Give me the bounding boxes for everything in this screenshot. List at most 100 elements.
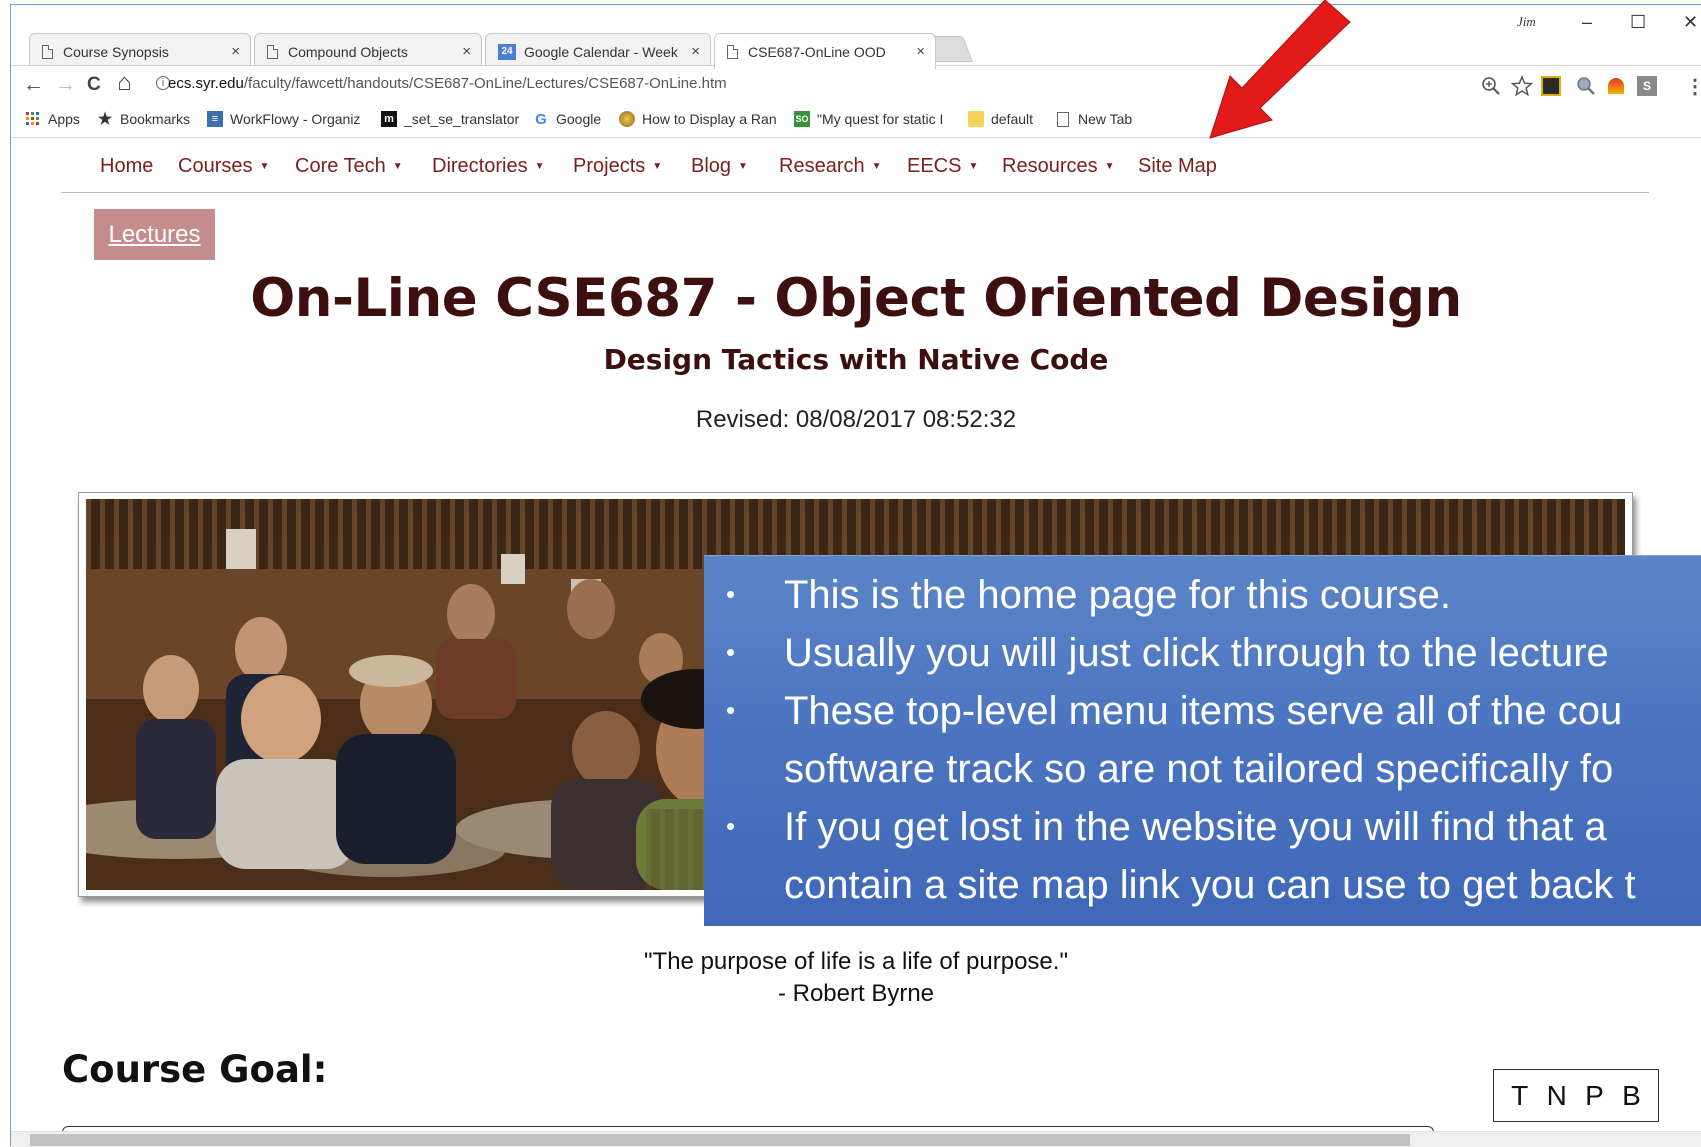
apps-grid-icon xyxy=(25,111,41,127)
callout-text: software track so are not tailored speci… xyxy=(784,747,1614,791)
nav-directories[interactable]: Directories ▼ xyxy=(432,155,544,178)
calendar-icon: 24 xyxy=(498,43,516,60)
callout-text: This is the home page for this course. xyxy=(784,573,1451,617)
tab-label: Course Synopsis xyxy=(63,43,169,60)
page-icon xyxy=(1055,111,1071,127)
tab-cse687-online[interactable]: CSE687-OnLine OOD × xyxy=(714,33,936,69)
page-icon xyxy=(727,44,738,59)
nav-label: Projects xyxy=(573,155,646,177)
page-title: On-Line CSE687 - Object Oriented Design xyxy=(250,268,1462,329)
url-host: ecs.syr.edu xyxy=(168,75,244,92)
bookmark-how-to-display[interactable]: How to Display a Ran xyxy=(619,111,777,127)
nav-label: Core Tech xyxy=(295,155,386,177)
bookmark-bookmarks[interactable]: ★ Bookmarks xyxy=(97,111,191,128)
nav-label: Directories xyxy=(432,155,528,177)
caret-down-icon: ▼ xyxy=(738,161,748,172)
nav-research[interactable]: Research ▼ xyxy=(779,155,882,178)
back-icon[interactable]: ← xyxy=(23,73,44,97)
callout-box: • This is the home page for this course. … xyxy=(704,555,1701,926)
nav-divider xyxy=(61,192,1649,193)
tab-compound-objects[interactable]: Compound Objects × xyxy=(254,33,482,69)
nav-blog[interactable]: Blog ▼ xyxy=(691,155,748,178)
nav-label: Home xyxy=(100,155,154,177)
app-icon: SO xyxy=(794,111,810,127)
page-icon xyxy=(42,44,53,59)
caret-down-icon: ▼ xyxy=(1104,161,1115,172)
b-button[interactable]: B xyxy=(1622,1080,1641,1112)
tab-google-calendar[interactable]: 24 Google Calendar - Week × xyxy=(485,33,711,69)
nav-label: Courses xyxy=(178,155,253,177)
zoom-icon[interactable] xyxy=(1481,76,1501,96)
forward-icon[interactable]: → xyxy=(55,73,76,97)
bookmark-workflowy[interactable]: ≡ WorkFlowy - Organiz xyxy=(207,111,360,127)
extension-check-icon[interactable] xyxy=(1541,76,1561,96)
red-arrow-annotation xyxy=(1209,0,1351,139)
nav-eecs[interactable]: EECS ▼ xyxy=(907,155,978,178)
scrollbar-thumb[interactable] xyxy=(30,1134,1410,1146)
bookmark-apps[interactable]: Apps xyxy=(25,111,80,127)
tab-label: CSE687-OnLine OOD xyxy=(748,43,886,60)
course-goal-heading: Course Goal: xyxy=(62,1048,328,1091)
quote-text: "The purpose of life is a life of purpos… xyxy=(644,948,1068,975)
minimize-icon[interactable]: – xyxy=(1582,12,1592,33)
nav-resources[interactable]: Resources ▼ xyxy=(1002,155,1115,178)
caret-down-icon: ▼ xyxy=(968,161,979,172)
bookmark-new-tab[interactable]: New Tab xyxy=(1055,111,1132,127)
menu-dots-icon[interactable]: ⋮ xyxy=(1685,74,1701,99)
close-icon[interactable]: × xyxy=(231,43,240,60)
close-window-icon[interactable]: ✕ xyxy=(1683,12,1698,33)
callout-text: contain a site map link you can use to g… xyxy=(784,863,1636,907)
url-path: /faculty/fawcett/handouts/CSE687-OnLine/… xyxy=(243,75,727,92)
nav-label: Research xyxy=(779,155,865,177)
lectures-button[interactable]: Lectures xyxy=(94,209,215,260)
close-icon[interactable]: × xyxy=(691,43,700,60)
star-icon: ★ xyxy=(97,111,113,128)
bookmark-google[interactable]: G Google xyxy=(533,111,602,128)
bookmark-label: How to Display a Ran xyxy=(642,111,777,127)
bookmark-label: default xyxy=(991,111,1034,127)
close-icon[interactable]: × xyxy=(462,43,471,60)
m-icon: m xyxy=(381,111,397,127)
nav-projects[interactable]: Projects ▼ xyxy=(573,155,662,178)
bookmark-label: WorkFlowy - Organiz xyxy=(230,111,361,127)
bookmark-default[interactable]: default xyxy=(968,111,1033,127)
revised-date: Revised: 08/08/2017 08:52:32 xyxy=(695,406,1017,433)
tab-label: Compound Objects xyxy=(288,43,408,60)
p-button[interactable]: P xyxy=(1585,1080,1604,1112)
maximize-icon[interactable]: ☐ xyxy=(1630,12,1646,33)
bookmark-label: New Tab xyxy=(1078,111,1133,127)
extension-search-icon[interactable] xyxy=(1576,76,1596,96)
bookmark-label: Bookmarks xyxy=(120,111,191,127)
nav-core-tech[interactable]: Core Tech ▼ xyxy=(295,155,403,178)
tab-course-synopsis[interactable]: Course Synopsis × xyxy=(29,33,251,69)
nav-label: Resources xyxy=(1002,155,1098,177)
bookmark-star-icon[interactable] xyxy=(1511,75,1533,97)
close-icon[interactable]: × xyxy=(916,43,925,60)
reload-icon[interactable]: C xyxy=(87,74,101,96)
tab-label: Google Calendar - Week xyxy=(524,43,678,60)
n-button[interactable]: N xyxy=(1547,1080,1567,1112)
bookmark-label: Google xyxy=(556,111,602,127)
caret-down-icon: ▼ xyxy=(259,161,270,172)
bullet-icon: • xyxy=(726,579,736,609)
nav-label: Blog xyxy=(691,155,732,177)
extension-s-icon[interactable]: S xyxy=(1637,76,1657,96)
extension-color-icon[interactable] xyxy=(1608,78,1624,94)
nav-home[interactable]: Home xyxy=(100,155,153,178)
bookmark-label: "My quest for static I xyxy=(817,111,944,127)
globe-icon xyxy=(619,111,635,127)
home-icon[interactable]: ⌂ xyxy=(117,69,132,97)
bookmark-set-se-translator[interactable]: m _set_se_translator xyxy=(381,111,519,127)
folder-icon xyxy=(968,111,984,127)
t-button[interactable]: T xyxy=(1511,1080,1528,1112)
nav-courses[interactable]: Courses ▼ xyxy=(178,155,269,178)
profile-name[interactable]: Jim xyxy=(1517,14,1536,30)
bookmark-label: _set_se_translator xyxy=(404,111,520,127)
bookmark-label: Apps xyxy=(48,111,80,127)
callout-text: If you get lost in the website you will … xyxy=(784,805,1607,849)
bookmark-my-quest[interactable]: SO "My quest for static I xyxy=(794,111,943,127)
nav-site-map[interactable]: Site Map xyxy=(1138,155,1217,178)
caret-down-icon: ▼ xyxy=(652,161,663,172)
address-bar[interactable]: ecs.syr.edu/faculty/fawcett/handouts/CSE… xyxy=(168,75,727,92)
caret-down-icon: ▼ xyxy=(534,161,545,172)
